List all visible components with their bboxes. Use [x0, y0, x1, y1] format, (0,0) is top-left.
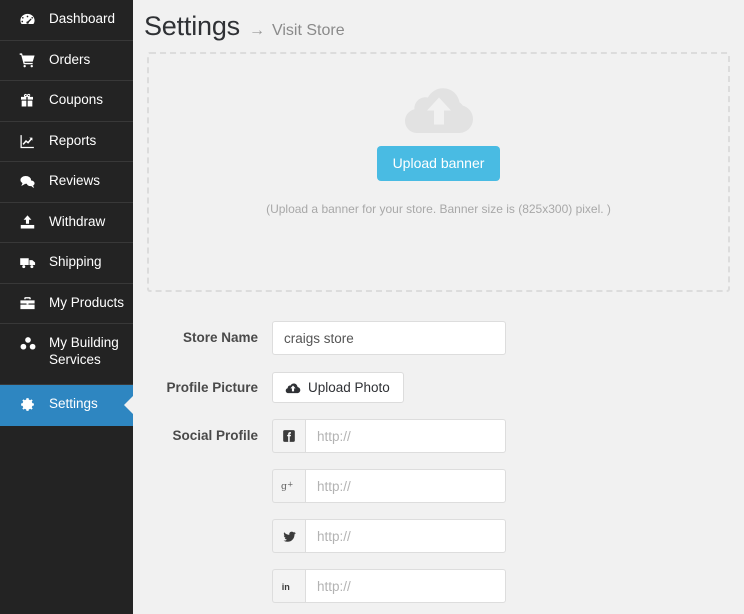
shopping-cart-icon [19, 52, 40, 69]
social-input-group-twitter [272, 519, 506, 553]
sidebar-item-settings[interactable]: Settings [0, 385, 133, 426]
social-input-group-linkedin: in [272, 569, 506, 603]
sidebar-item-orders[interactable]: Orders [0, 41, 133, 82]
sidebar-item-dashboard[interactable]: Dashboard [0, 0, 133, 41]
svg-text:g: g [281, 481, 287, 492]
google-plus-icon: g + [272, 469, 305, 503]
briefcase-icon [19, 295, 40, 312]
facebook-url-input[interactable] [305, 419, 506, 453]
upload-photo-label: Upload Photo [308, 380, 390, 395]
sidebar-item-my-products[interactable]: My Products [0, 284, 133, 325]
page-title: Settings [144, 11, 240, 42]
linkedin-icon: in [272, 569, 305, 603]
sidebar-item-label: Coupons [49, 92, 103, 109]
profile-picture-label: Profile Picture [147, 371, 272, 395]
gear-icon [19, 396, 40, 413]
facebook-icon [272, 419, 305, 453]
sidebar-item-reports[interactable]: Reports [0, 122, 133, 163]
active-indicator-caret [124, 395, 133, 415]
app-root: Dashboard Orders Coupons Reports Reviews [0, 0, 744, 614]
banner-hint-text: (Upload a banner for your store. Banner … [266, 202, 611, 216]
sidebar-item-label: Orders [49, 52, 90, 69]
svg-text:+: + [287, 480, 293, 489]
form-row-social-profile: Social Profile g + [147, 419, 744, 603]
store-name-label: Store Name [147, 321, 272, 345]
upload-banner-button[interactable]: Upload banner [377, 146, 501, 181]
profile-picture-control: Upload Photo [272, 371, 744, 403]
settings-form: Store Name Profile Picture [133, 321, 744, 603]
sidebar-item-withdraw[interactable]: Withdraw [0, 203, 133, 244]
comments-icon [19, 173, 40, 190]
sidebar-item-reviews[interactable]: Reviews [0, 162, 133, 203]
upload-icon [19, 214, 40, 231]
cloud-upload-icon [403, 81, 475, 137]
cubes-icon [19, 335, 40, 352]
social-profile-controls: g + [272, 419, 744, 603]
line-chart-icon [19, 133, 40, 150]
svg-text:in: in [281, 581, 289, 591]
form-row-profile-picture: Profile Picture Upload Photo [147, 371, 744, 403]
store-name-control [272, 321, 744, 355]
sidebar-item-coupons[interactable]: Coupons [0, 81, 133, 122]
social-input-group-google-plus: g + [272, 469, 506, 503]
social-input-group-facebook [272, 419, 506, 453]
banner-dropzone[interactable]: Upload banner (Upload a banner for your … [147, 52, 730, 292]
sidebar-item-label: My Products [49, 295, 124, 312]
sidebar-item-label: Settings [49, 396, 98, 413]
sidebar-item-label: Shipping [49, 254, 102, 271]
cloud-upload-icon [285, 382, 301, 394]
sidebar-item-my-building-services[interactable]: My Building Services [0, 324, 133, 385]
dashboard-icon [19, 11, 40, 28]
form-row-store-name: Store Name [147, 321, 744, 355]
sidebar-item-label: Withdraw [49, 214, 105, 231]
sidebar-item-label: My Building Services [49, 335, 133, 369]
twitter-icon [272, 519, 305, 553]
main-content: Settings → Visit Store Upload banner (Up… [133, 0, 744, 614]
gift-icon [19, 92, 40, 109]
sidebar-item-shipping[interactable]: Shipping [0, 243, 133, 284]
truck-icon [19, 254, 40, 271]
twitter-url-input[interactable] [305, 519, 506, 553]
store-name-input[interactable] [272, 321, 506, 355]
visit-store-link[interactable]: Visit Store [272, 22, 345, 40]
sidebar-item-label: Reports [49, 133, 96, 150]
sidebar-item-label: Dashboard [49, 11, 115, 28]
arrow-right-icon: → [249, 22, 265, 40]
sidebar-item-label: Reviews [49, 173, 100, 190]
linkedin-url-input[interactable] [305, 569, 506, 603]
upload-photo-button[interactable]: Upload Photo [272, 372, 404, 403]
page-header: Settings → Visit Store [133, 0, 744, 52]
sidebar: Dashboard Orders Coupons Reports Reviews [0, 0, 133, 614]
social-profile-label: Social Profile [147, 419, 272, 443]
google-plus-url-input[interactable] [305, 469, 506, 503]
